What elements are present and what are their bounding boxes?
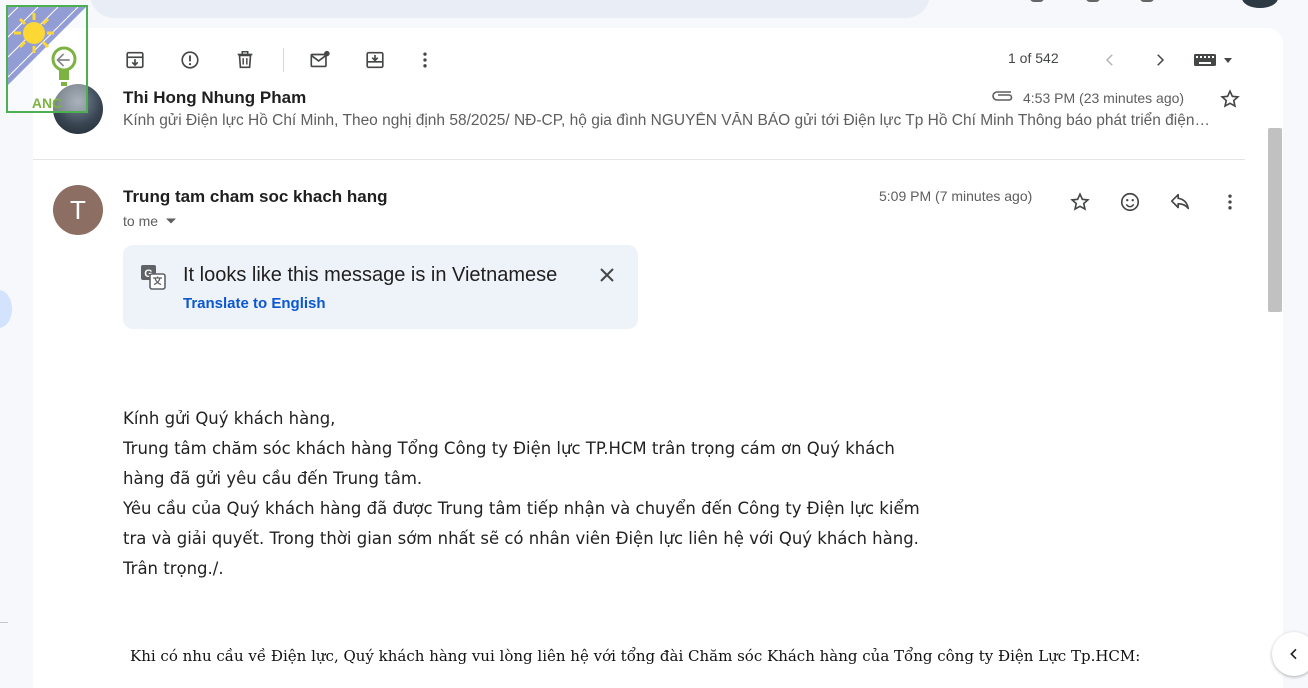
attachment-icon (992, 91, 1013, 101)
translate-link[interactable]: Translate to English (183, 295, 326, 312)
newer-button[interactable] (1090, 44, 1130, 76)
message-time: 5:09 PM (7 minutes ago) (879, 188, 1033, 204)
body-line: Trân trọng./. (123, 559, 224, 578)
input-tools-button[interactable] (1193, 52, 1233, 68)
reply-button[interactable] (1162, 184, 1198, 220)
more-vert-icon (423, 52, 427, 68)
sender-avatar: T (53, 185, 103, 235)
archive-button[interactable] (115, 44, 155, 76)
translate-banner: G It looks like this message is in Vietn… (123, 245, 638, 329)
recipient-label: to me (123, 213, 159, 229)
chevron-left-icon (1290, 648, 1297, 660)
page-count: 1 of 542 (1008, 50, 1059, 66)
chevron-left-icon (1105, 54, 1113, 66)
keyboard-icon (1194, 54, 1216, 66)
toolbar-separator (283, 48, 284, 72)
caret-down-icon (166, 218, 177, 224)
caret-down-icon (1224, 58, 1232, 63)
divider (0, 622, 8, 623)
body-line: Kính gửi Quý khách hàng, (123, 409, 336, 428)
body-line: Yêu cầu của Quý khách hàng đã được Trung… (123, 499, 920, 518)
close-icon[interactable] (595, 263, 619, 287)
mark-unread-button[interactable] (300, 44, 340, 76)
scrollbar-thumb[interactable] (1268, 128, 1282, 312)
previous-sender-name: Thi Hong Nhung Pham (123, 88, 307, 107)
message-view: 1 of 542 Thi Hong Nhung Pham 4:53 PM (23… (33, 28, 1283, 688)
side-panel-tab[interactable] (0, 290, 12, 328)
sender-name: Trung tam cham soc khach hang (123, 187, 388, 206)
body-line: hàng đã gửi yêu cầu đến Trung tâm. (123, 469, 423, 488)
top-bar (0, 0, 1308, 28)
body-line: Trung tâm chăm sóc khách hàng Tổng Công … (123, 439, 895, 458)
report-spam-icon (181, 51, 199, 69)
trash-icon (237, 51, 253, 69)
archive-icon (126, 51, 144, 69)
collapse-side-panel-button[interactable] (1272, 632, 1308, 676)
star-icon[interactable] (1219, 88, 1241, 110)
report-spam-button[interactable] (170, 44, 210, 76)
message-footer-line: Khi có nhu cầu về Điện lực, Quý khách hà… (130, 647, 1141, 665)
delete-button[interactable] (225, 44, 265, 76)
message-divider (33, 159, 1245, 160)
mark-unread-icon (310, 50, 330, 68)
previous-message-row[interactable]: Thi Hong Nhung Pham 4:53 PM (23 minutes … (33, 84, 1283, 160)
watermark-logo: ANC (6, 5, 88, 113)
top-icons (1030, 0, 1210, 4)
translate-notice: It looks like this message is in Vietnam… (183, 264, 558, 286)
search-bar[interactable] (90, 0, 930, 18)
more-vert-icon (1228, 194, 1232, 210)
message-body: Kính gửi Quý khách hàng, Trung tâm chăm … (123, 404, 923, 584)
previous-message-snippet: Kính gửi Điện lực Hồ Chí Minh, Theo nghị… (123, 112, 1210, 129)
reply-icon (1170, 193, 1190, 210)
recipient-details-toggle[interactable]: to me (123, 213, 177, 229)
account-avatar[interactable] (1242, 0, 1278, 8)
chevron-right-icon (1157, 54, 1165, 66)
emoji-icon (1120, 192, 1140, 212)
add-reaction-button[interactable] (1112, 184, 1148, 220)
watermark-text: ANC (31, 95, 63, 111)
move-to-icon (366, 51, 384, 69)
translate-icon: G (141, 265, 166, 290)
star-icon (1070, 192, 1090, 211)
star-button[interactable] (1062, 184, 1098, 220)
body-line: tra và giải quyết. Trong thời gian sớm n… (123, 529, 919, 548)
previous-message-time: 4:53 PM (23 minutes ago) (1023, 90, 1185, 106)
older-button[interactable] (1140, 44, 1180, 76)
more-options-button[interactable] (405, 44, 445, 76)
message-toolbar: 1 of 542 (33, 28, 1283, 90)
move-to-button[interactable] (355, 44, 395, 76)
message-more-button[interactable] (1212, 184, 1248, 220)
